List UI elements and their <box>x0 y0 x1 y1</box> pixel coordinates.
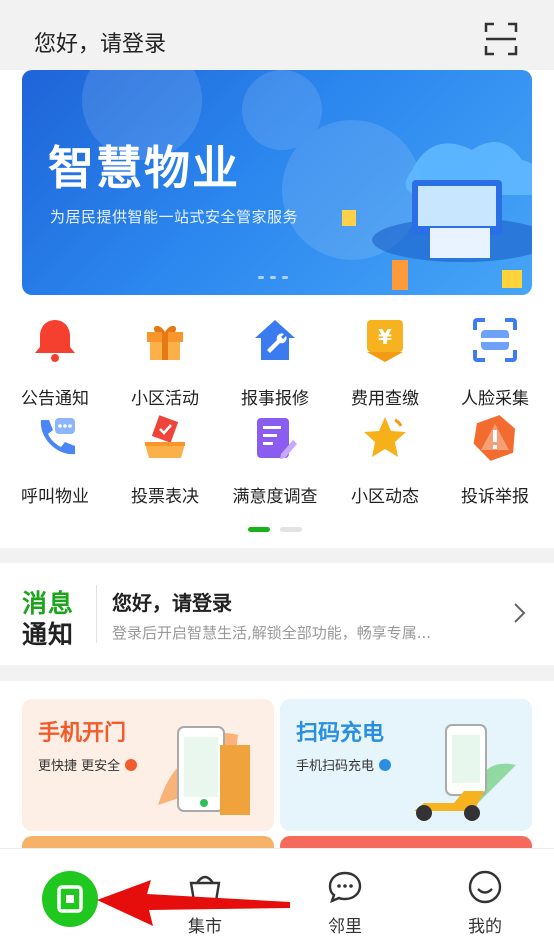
service-label: 投诉举报 <box>461 487 529 507</box>
service-label: 报事报修 <box>241 389 309 409</box>
tab-neighbors[interactable]: 邻里 <box>290 849 400 951</box>
service-label: 满意度调查 <box>232 487 318 507</box>
scan-icon[interactable] <box>484 22 518 56</box>
scan-charge-card[interactable]: 扫码充电 手机扫码充电 <box>280 699 532 831</box>
tab-mine[interactable]: 我的 <box>430 849 540 951</box>
service-label: 公告通知 <box>21 389 89 409</box>
door-phone-illustration <box>158 726 250 815</box>
feature-cards: 手机开门 更快捷 更安全 扫码充电 手机扫码充电 <box>0 681 554 851</box>
notice-logo-line2: 通知 <box>22 620 75 649</box>
message-notice-card[interactable]: 消息 通知 您好，请登录 登录后开启智慧生活,解锁全部功能，畅享专属... <box>0 563 554 665</box>
promo-banner[interactable]: 智慧物业 为居民提供智能一站式安全管家服务 <box>22 70 532 295</box>
service-label: 小区活动 <box>131 389 199 409</box>
service-activity[interactable]: 小区活动 <box>110 316 220 412</box>
home-app-icon <box>57 885 83 913</box>
tab-label: 我的 <box>468 917 502 937</box>
home-app-button[interactable] <box>42 871 98 927</box>
service-label: 呼叫物业 <box>21 487 89 507</box>
arrow-circle-icon <box>125 759 138 771</box>
service-fee[interactable]: ¥ 费用查缴 <box>330 316 440 412</box>
top-header: 您好，请登录 <box>0 0 554 70</box>
service-call[interactable]: 呼叫物业 <box>0 414 110 510</box>
service-notice[interactable]: 公告通知 <box>0 316 110 412</box>
phone-door-card[interactable]: 手机开门 更快捷 更安全 <box>22 699 274 831</box>
red-pointer-arrow <box>97 880 290 926</box>
chat-bubble-icon <box>328 871 362 904</box>
service-survey[interactable]: 满意度调查 <box>220 414 330 510</box>
login-prompt[interactable]: 您好，请登录 <box>34 26 166 58</box>
smile-face-icon <box>468 870 502 904</box>
complaint-icon <box>473 415 515 461</box>
banner-subtitle: 为居民提供智能一站式安全管家服务 <box>50 208 299 226</box>
repair-house-icon <box>255 320 295 360</box>
gift-icon <box>147 325 183 360</box>
svg-text:¥: ¥ <box>378 325 392 349</box>
scooter-phone-illustration <box>414 724 516 821</box>
star-icon <box>364 417 406 457</box>
card-title: 扫码充电 <box>296 721 385 746</box>
banner-indicator <box>258 276 288 279</box>
service-page-indicator <box>248 527 302 532</box>
chevron-right-icon[interactable] <box>508 601 530 625</box>
tab-label: 邻里 <box>328 917 362 937</box>
phone-call-icon <box>40 418 75 455</box>
banner-title: 智慧物业 <box>48 141 240 195</box>
notice-title: 您好，请登录 <box>112 591 232 615</box>
card-title: 手机开门 <box>38 721 127 746</box>
service-repair[interactable]: 报事报修 <box>220 316 330 412</box>
service-label: 小区动态 <box>351 487 419 507</box>
service-news[interactable]: 小区动态 <box>330 414 440 510</box>
notice-subtitle: 登录后开启智慧生活,解锁全部功能，畅享专属... <box>112 624 432 642</box>
arrow-circle-icon <box>379 759 392 771</box>
face-scan-icon <box>473 318 517 362</box>
service-label: 人脸采集 <box>461 389 529 409</box>
service-label: 投票表决 <box>131 487 199 507</box>
card-subtitle: 更快捷 更安全 <box>38 755 138 774</box>
yuan-shield-icon: ¥ <box>367 320 403 362</box>
card-subtitle: 手机扫码充电 <box>296 755 392 774</box>
service-complaint[interactable]: 投诉举报 <box>440 414 550 510</box>
ballot-box-icon <box>145 415 185 458</box>
survey-icon <box>257 418 297 459</box>
service-face[interactable]: 人脸采集 <box>440 316 550 412</box>
bell-icon <box>35 320 75 362</box>
service-vote[interactable]: 投票表决 <box>110 414 220 510</box>
service-label: 费用查缴 <box>351 389 419 409</box>
notice-divider <box>96 585 97 643</box>
